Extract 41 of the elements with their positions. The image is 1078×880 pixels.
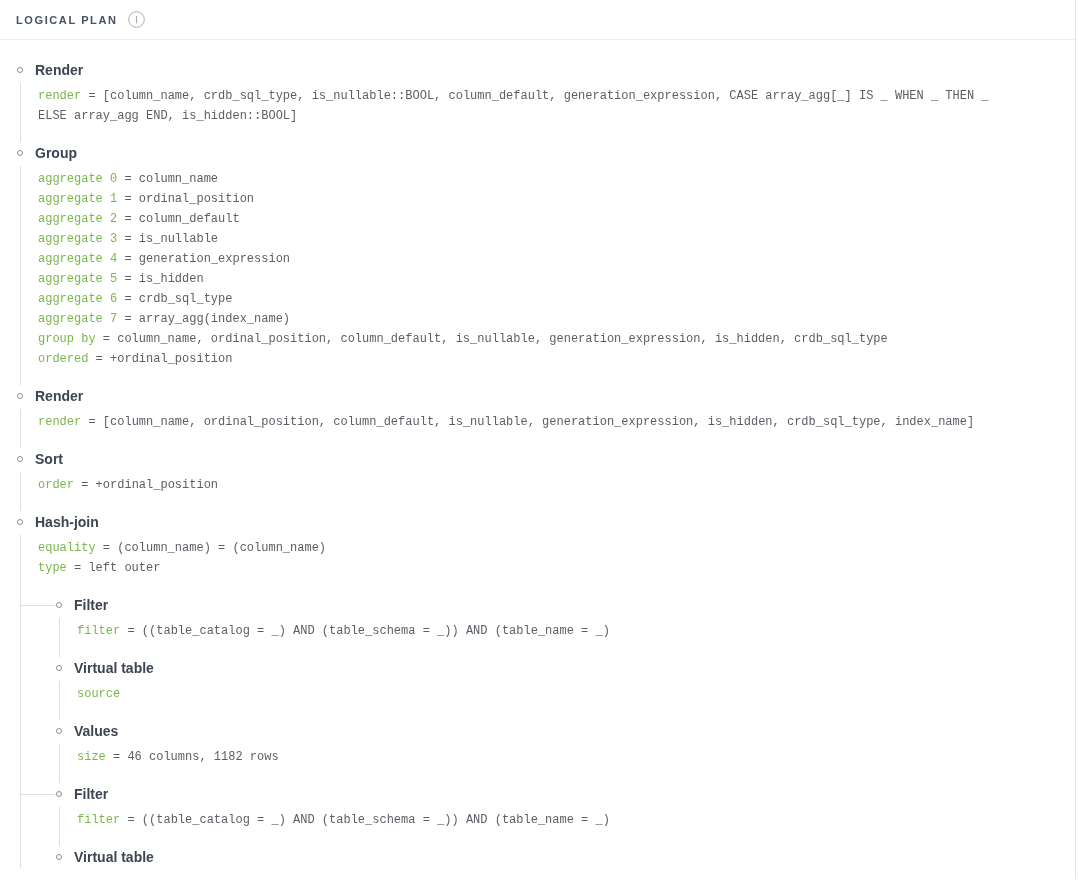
node-title: Group (35, 144, 77, 163)
attribute-line: size = 46 columns, 1182 rows (77, 749, 280, 766)
node-title: Hash-join (35, 513, 99, 532)
attribute-line: aggregate 7 = array_agg(index_name) (38, 311, 292, 328)
attribute-line: source (77, 686, 122, 703)
node-title: Render (35, 387, 84, 406)
node-marker-icon (56, 791, 62, 797)
node-marker-icon (17, 393, 23, 399)
node-title: Filter (74, 785, 109, 804)
node-title: Virtual table (74, 659, 154, 678)
attribute-line: type = left outer (38, 560, 162, 577)
node-title: Virtual table (74, 848, 154, 867)
node-title: Sort (35, 450, 63, 469)
attribute-line: order = +ordinal_position (38, 477, 220, 494)
node-marker-icon (56, 854, 62, 860)
attribute-line: equality = (column_name) = (column_name) (38, 540, 328, 557)
node-marker-icon (17, 519, 23, 525)
node-marker-icon (17, 456, 23, 462)
node-marker-icon (17, 67, 23, 73)
node-title: Render (35, 61, 84, 80)
node-marker-icon (56, 665, 62, 671)
node-marker-icon (56, 728, 62, 734)
attribute-line: aggregate 4 = generation_expression (38, 251, 292, 268)
attribute-line: render = [column_name, ordinal_position, column_default, is_nullable, generation_expression, is_hidden, crdb_sql_type, index_name] (38, 414, 976, 431)
attribute-line: aggregate 6 = crdb_sql_type (38, 291, 234, 308)
attribute-line: render = [column_name, crdb_sql_type, is_nullable::BOOL, column_default, generation_expression, CASE array_agg[_] IS _ WHEN _ THEN _ ELSE array_agg END, is_hidden::BOOL] (38, 88, 990, 125)
panel-title: LOGICAL PLAN (16, 13, 118, 26)
attribute-line: filter = ((table_catalog = _) AND (table_schema = _)) AND (table_name = _) (77, 623, 611, 640)
attribute-line: filter = ((table_catalog = _) AND (table_schema = _)) AND (table_name = _) (77, 812, 611, 829)
node-marker-icon (56, 602, 62, 608)
node-marker-icon (17, 150, 23, 156)
attribute-line: aggregate 5 = is_hidden (38, 271, 205, 288)
node-title: Values (74, 722, 119, 741)
node-title: Filter (74, 596, 109, 615)
attribute-line: aggregate 3 = is_nullable (38, 231, 220, 248)
attribute-line: aggregate 1 = ordinal_position (38, 191, 256, 208)
attribute-line: group by = column_name, ordinal_position, column_default, is_nullable, generation_expression, is_hidden, crdb_sql_type (38, 331, 889, 348)
attribute-line: aggregate 2 = column_default (38, 211, 241, 228)
attribute-line: ordered = +ordinal_position (38, 351, 234, 368)
info-icon[interactable] (127, 11, 145, 28)
attribute-line: aggregate 0 = column_name (38, 171, 220, 188)
